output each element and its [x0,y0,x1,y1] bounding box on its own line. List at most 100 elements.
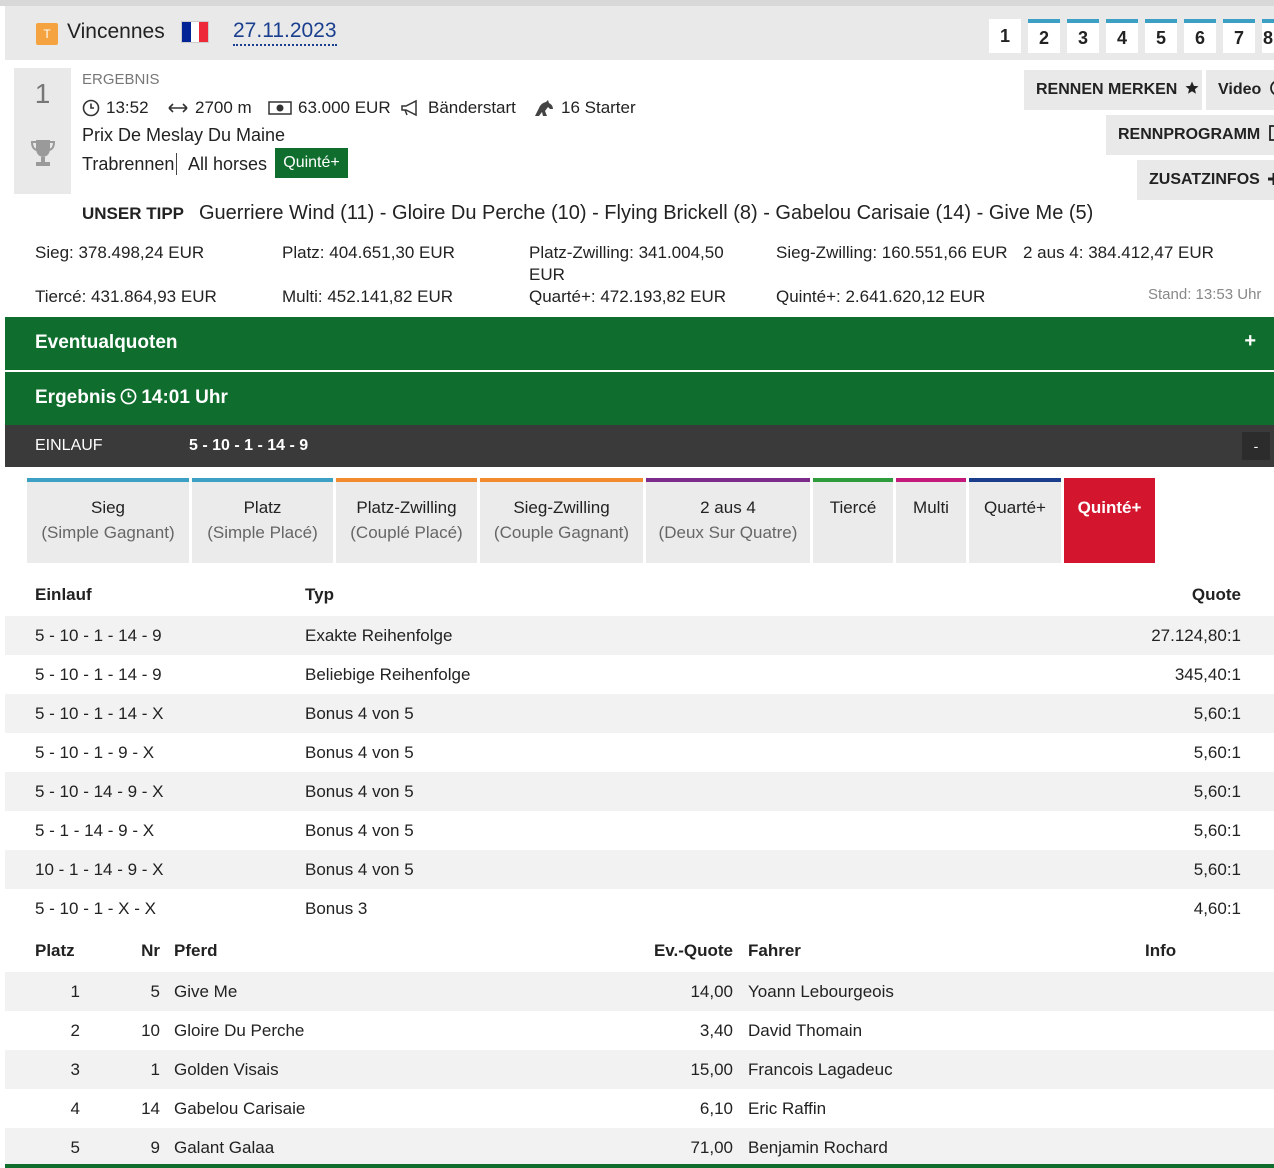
pool-quinte: Quinté+: 2.641.620,12 EUR [776,287,986,306]
plus-icon [1268,173,1274,185]
einlauf-value: 5 - 10 - 1 - 14 - 9 [189,437,309,454]
race-name: Prix De Meslay Du Maine [82,125,286,145]
race-info-divider [176,153,177,175]
result-row: 1 5 Give Me 14,00 Yoann Lebourgeois [5,972,1274,1011]
bet-tab-quinte[interactable]: Quinté+ [1064,478,1155,563]
result-pferd[interactable]: Galant Galaa [174,1138,274,1158]
result-fahrer[interactable]: Yoann Lebourgeois [748,982,894,1002]
result-fahrer[interactable]: Francois Lagadeuc [748,1060,893,1080]
quote-typ: Bonus 3 [305,899,368,918]
eventual-odds-toggle[interactable]: Eventualquoten + [5,317,1274,370]
collapse-button[interactable]: - [1242,432,1270,460]
result-pferd[interactable]: Golden Visais [174,1060,279,1080]
result-nr: 9 [150,1138,160,1157]
quote-typ: Beliebige Reihenfolge [305,665,471,684]
pool-stand-time: Stand: 13:53 Uhr [1148,286,1262,303]
star-icon [1185,81,1199,94]
race-time-value: 13:52 [106,98,149,117]
race-tab-3[interactable]: 3 [1067,19,1099,53]
result-pferd[interactable]: Gloire Du Perche [174,1021,304,1041]
tipp-text: Guerriere Wind (11) - Gloire Du Perche (… [199,202,1094,224]
trophy-icon [30,140,56,166]
result-fahrer[interactable]: Eric Raffin [748,1099,826,1119]
race-tab-6[interactable]: 6 [1184,19,1216,53]
quote-value: 4,60:1 [1193,899,1241,918]
race-tab-8[interactable]: 8 [1262,19,1274,53]
race-starters-value: 16 Starter [561,98,636,117]
result-quote: 6,10 [699,1099,733,1118]
race-tab-2[interactable]: 2 [1028,19,1060,53]
quote-value: 5,60:1 [1193,860,1241,879]
race-program-button[interactable]: RENNPROGRAMM [1106,115,1274,155]
bookmark-race-label: RENNEN MERKEN [1036,81,1178,98]
bet-tab-subtitle: (Simple Gagnant) [41,523,175,542]
result-fahrer[interactable]: David Thomain [748,1021,862,1041]
quote-row: 5 - 10 - 1 - 14 - X Bonus 4 von 5 5,60:1 [5,694,1274,733]
extra-info-button[interactable]: ZUSATZINFOS [1137,160,1274,200]
bet-tab-subtitle: (Couplé Placé) [350,523,463,542]
race-tab-1[interactable]: 1 [989,19,1021,53]
quote-typ: Bonus 4 von 5 [305,860,414,879]
quinte-badge: Quinté+ [275,148,348,178]
quote-einlauf: 5 - 10 - 1 - 14 - X [35,704,164,723]
bet-tab-title: Tiercé [829,498,877,517]
bookmark-race-button[interactable]: RENNEN MERKEN [1024,70,1202,110]
race-number-box: 1 [14,68,71,194]
quote-value: 27.124,80:1 [1151,626,1241,645]
result-pferd[interactable]: Gabelou Carisaie [174,1099,305,1119]
quote-einlauf: 5 - 10 - 1 - 9 - X [35,743,155,762]
track-badge: T [36,23,58,45]
result-pferd[interactable]: Give Me [174,982,237,1002]
bet-tab-title: Sieg-Zwilling [513,498,610,517]
quote-row: 5 - 10 - 1 - X - X Bonus 3 4,60:1 [5,889,1274,928]
bet-tab-title: Multi [913,498,949,517]
race-tab-7[interactable]: 7 [1223,19,1255,53]
bet-tab-sieg[interactable]: Sieg (Simple Gagnant) [27,478,189,563]
extra-info-label: ZUSATZINFOS [1149,171,1260,188]
bet-tab-title: Platz [243,498,282,517]
pool-sieg: Sieg: 378.498,24 EUR [35,243,205,262]
clock-icon [82,99,100,117]
race-tab-4[interactable]: 4 [1106,19,1138,53]
result-quote: 14,00 [690,982,733,1001]
bet-tab-2-aus-4[interactable]: 2 aus 4 (Deux Sur Quatre) [646,478,810,563]
race-tab-5[interactable]: 5 [1145,19,1177,53]
result-row: 3 1 Golden Visais 15,00 Francois Lagadeu… [5,1050,1274,1089]
pool-platz-zwilling-unit: EUR [529,265,565,284]
bet-tab-subtitle: (Deux Sur Quatre) [658,523,798,542]
expand-plus-icon[interactable]: + [1244,330,1256,353]
col-header-fahrer: Fahrer [748,941,801,960]
result-quote: 71,00 [690,1138,733,1157]
bet-tab-platz[interactable]: Platz (Simple Placé) [192,478,333,563]
bet-tab-title: Quarté+ [984,498,1046,517]
bet-tab-multi[interactable]: Multi [896,478,966,563]
race-date[interactable]: 27.11.2023 [233,18,337,46]
bet-tab-sieg-zwilling[interactable]: Sieg-Zwilling (Couple Gagnant) [480,478,643,563]
pool-sieg-zwilling: Sieg-Zwilling: 160.551,66 EUR [776,243,1008,262]
tipp-label: UNSER TIPP [82,204,185,223]
clock-icon [120,388,137,405]
race-program-label: RENNPROGRAMM [1118,126,1261,143]
bet-tab-subtitle: (Simple Placé) [207,523,318,542]
bet-tab-quarte[interactable]: Quarté+ [969,478,1061,563]
result-platz: 2 [70,1021,80,1040]
result-nr: 1 [150,1060,160,1079]
race-prize: 63.000 EUR [268,98,391,118]
bet-tab-tierce[interactable]: Tiercé [813,478,893,563]
col-header-pferd: Pferd [174,941,218,960]
video-label: Video [1218,81,1262,98]
result-title: Ergebnis 14:01 Uhr [35,387,228,409]
race-prize-value: 63.000 EUR [298,98,391,117]
col-header-platz: Platz [35,941,75,960]
col-header-nr: Nr [141,941,160,960]
col-header-quote: Quote [1191,585,1241,604]
quote-typ: Bonus 4 von 5 [305,743,414,762]
result-fahrer[interactable]: Benjamin Rochard [748,1138,888,1158]
play-circle-icon [1269,81,1274,95]
video-button[interactable]: Video [1206,70,1274,110]
quote-value: 5,60:1 [1193,782,1241,801]
quote-row: 5 - 10 - 1 - 9 - X Bonus 4 von 5 5,60:1 [5,733,1274,772]
pool-platz: Platz: 404.651,30 EUR [282,243,455,262]
document-icon [1268,125,1274,141]
bet-tab-platz-zwilling[interactable]: Platz-Zwilling (Couplé Placé) [336,478,477,563]
